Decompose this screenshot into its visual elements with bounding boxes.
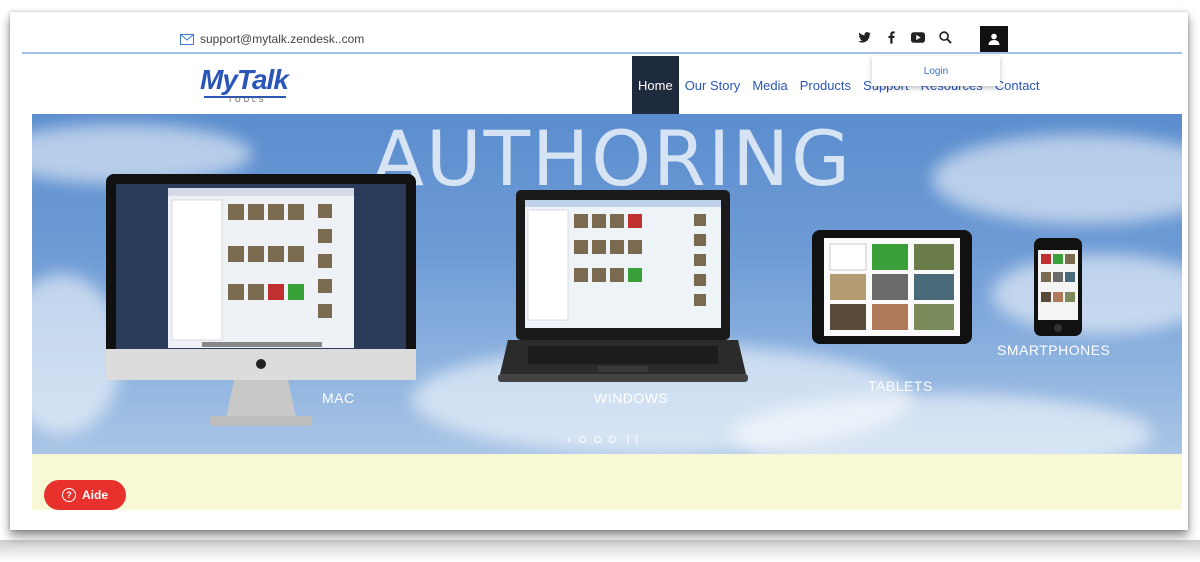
- twitter-icon[interactable]: [857, 30, 871, 44]
- content-band: [32, 454, 1182, 510]
- logo-text: MyTalk: [200, 64, 289, 95]
- slider-controls: › ❙❙: [567, 432, 641, 446]
- windows-laptop-image: [498, 190, 748, 382]
- help-icon: ?: [61, 488, 76, 502]
- help-label: Aide: [81, 488, 108, 502]
- cloud: [992, 254, 1182, 334]
- page-shadow: [0, 540, 1200, 562]
- hero-slider: AUTHORING MAC WINDOWS TABLETS SMARTPHONE…: [32, 114, 1182, 454]
- smartphone-image: [1034, 238, 1082, 336]
- caption-mac: MAC: [322, 390, 355, 406]
- mac-computer-image: [106, 174, 416, 426]
- help-button[interactable]: ? Aide: [44, 480, 126, 510]
- facebook-icon[interactable]: [884, 30, 898, 44]
- caption-windows: WINDOWS: [594, 390, 669, 406]
- tablet-image: [812, 230, 972, 344]
- slider-next-arrow[interactable]: ›: [567, 432, 571, 446]
- support-contact[interactable]: support@mytalk.zendesk..com: [180, 32, 364, 46]
- user-icon: [988, 33, 1000, 45]
- support-email[interactable]: support@mytalk.zendesk..com: [200, 32, 364, 46]
- slider-pause-icon[interactable]: ❙❙: [624, 434, 641, 445]
- slider-dot[interactable]: [594, 435, 601, 443]
- slider-dot[interactable]: [579, 435, 586, 443]
- top-bar: support@mytalk.zendesk..com: [22, 26, 1182, 54]
- nav-item-media[interactable]: Media: [746, 56, 793, 114]
- social-links: [857, 30, 952, 44]
- login-link[interactable]: Login: [924, 66, 948, 77]
- nav-item-products[interactable]: Products: [794, 56, 857, 114]
- caption-smartphones: SMARTPHONES: [997, 342, 1111, 358]
- main-navigation: MyTalk TOOLS Home Our Story Media Produc…: [32, 56, 1182, 114]
- caption-tablets: TABLETS: [868, 378, 933, 394]
- logo-subtext: TOOLS: [228, 97, 267, 104]
- cloud: [932, 134, 1182, 224]
- user-account-button[interactable]: [980, 26, 1008, 52]
- mail-icon: [180, 33, 194, 45]
- slider-dot[interactable]: [609, 435, 616, 443]
- youtube-icon[interactable]: [911, 30, 925, 44]
- account-dropdown: Login: [872, 56, 1000, 86]
- nav-item-our-story[interactable]: Our Story: [679, 56, 747, 114]
- nav-item-home[interactable]: Home: [632, 56, 679, 114]
- search-icon[interactable]: [938, 30, 952, 44]
- mytalk-logo[interactable]: MyTalk TOOLS: [200, 64, 290, 106]
